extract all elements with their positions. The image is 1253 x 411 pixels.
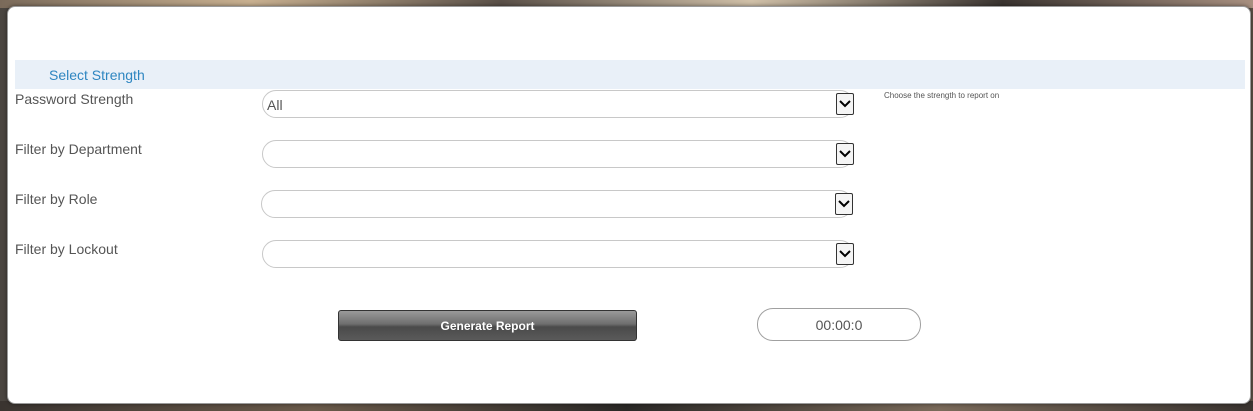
password-strength-value: All [267,97,283,113]
chevron-down-icon[interactable] [836,143,854,165]
password-strength-select[interactable]: All [262,90,854,118]
chevron-down-icon[interactable] [836,243,854,265]
generate-report-button[interactable]: Generate Report [338,310,637,341]
department-filter-select[interactable] [262,140,854,168]
report-panel: Select Strength Password Strength All Ch… [7,6,1251,404]
section-title: Select Strength [49,67,145,83]
section-header: Select Strength [15,60,1245,89]
role-filter-label: Filter by Role [15,191,98,207]
chevron-down-icon[interactable] [836,93,854,115]
chevron-down-icon[interactable] [835,193,853,215]
lockout-filter-select[interactable] [262,240,854,268]
strength-hint: Choose the strength to report on [884,91,1000,100]
department-filter-label: Filter by Department [15,141,142,157]
role-filter-select[interactable] [261,190,853,218]
lockout-filter-label: Filter by Lockout [15,241,118,257]
elapsed-timer: 00:00:0 [757,308,921,341]
password-strength-label: Password Strength [15,91,134,107]
